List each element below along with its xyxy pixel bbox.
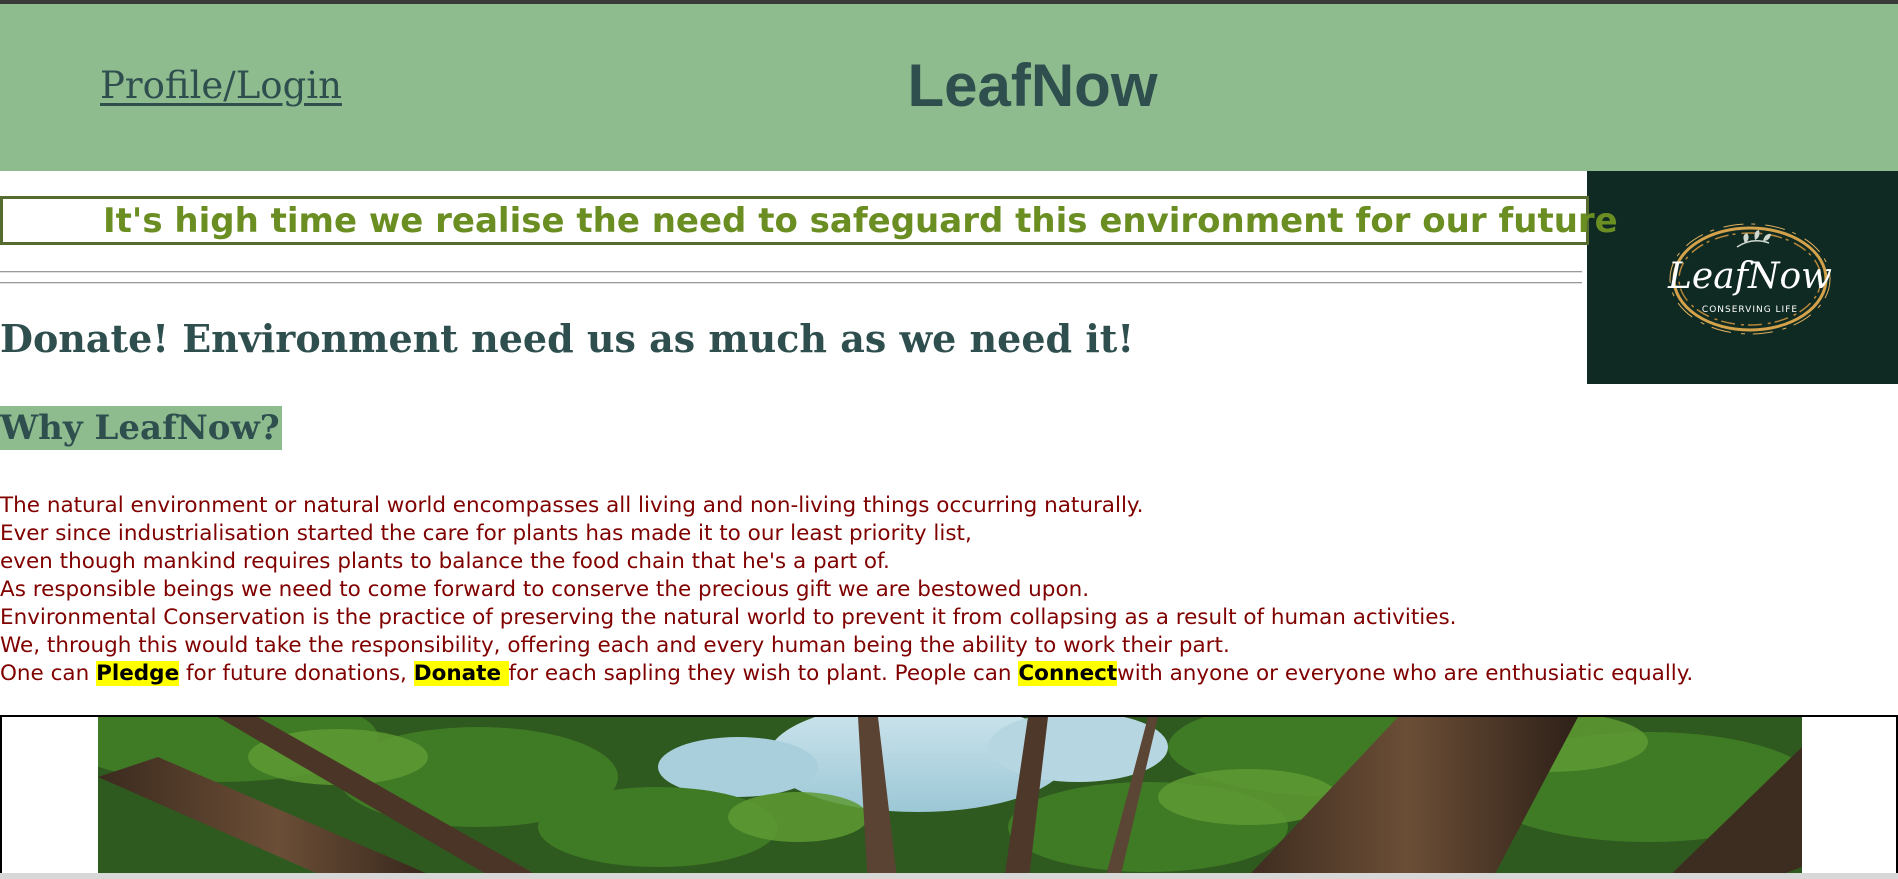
donate-highlight: Donate xyxy=(413,661,509,686)
paragraph-line-actions: One can Pledge for future donations, Don… xyxy=(0,660,1693,688)
paragraph-text: for future donations, xyxy=(179,661,414,686)
site-header: Profile/Login LeafNow xyxy=(0,4,1898,171)
paragraph-text: One can xyxy=(0,661,97,686)
paragraph-line: Environmental Conservation is the practi… xyxy=(0,605,1457,630)
photo-frame xyxy=(0,715,1898,879)
paragraph-text: with anyone or everyone who are enthusia… xyxy=(1117,661,1694,686)
paragraph-line: Ever since industrialisation started the… xyxy=(0,521,972,546)
paragraph-line: The natural environment or natural world… xyxy=(0,493,1144,518)
tagline-text: It's high time we realise the need to sa… xyxy=(103,201,1618,241)
leafnow-logo-icon: LeafNow CONSERVING LIFE xyxy=(1587,171,1898,384)
paragraph-line: We, through this would take the responsi… xyxy=(0,633,1230,658)
connect-highlight: Connect xyxy=(1018,661,1118,686)
divider-line xyxy=(0,282,1582,284)
about-paragraph: The natural environment or natural world… xyxy=(0,492,1693,688)
paragraph-line: even though mankind requires plants to b… xyxy=(0,549,890,574)
paragraph-line: As responsible beings we need to come fo… xyxy=(0,577,1090,602)
tagline-banner: It's high time we realise the need to sa… xyxy=(0,196,1618,245)
donate-heading: Donate! Environment need us as much as w… xyxy=(0,316,1135,361)
site-brand-title: LeafNow xyxy=(907,52,1158,119)
logo-subtitle: CONSERVING LIFE xyxy=(1702,305,1798,315)
logo-title: LeafNow xyxy=(1667,256,1832,297)
why-leafnow-heading: Why LeafNow? xyxy=(0,406,282,450)
window-bottom-edge xyxy=(0,873,1898,879)
divider-line xyxy=(0,271,1582,273)
pledge-highlight: Pledge xyxy=(96,661,180,686)
forest-canopy-image xyxy=(98,717,1802,879)
paragraph-text: for each sapling they wish to plant. Peo… xyxy=(508,661,1019,686)
